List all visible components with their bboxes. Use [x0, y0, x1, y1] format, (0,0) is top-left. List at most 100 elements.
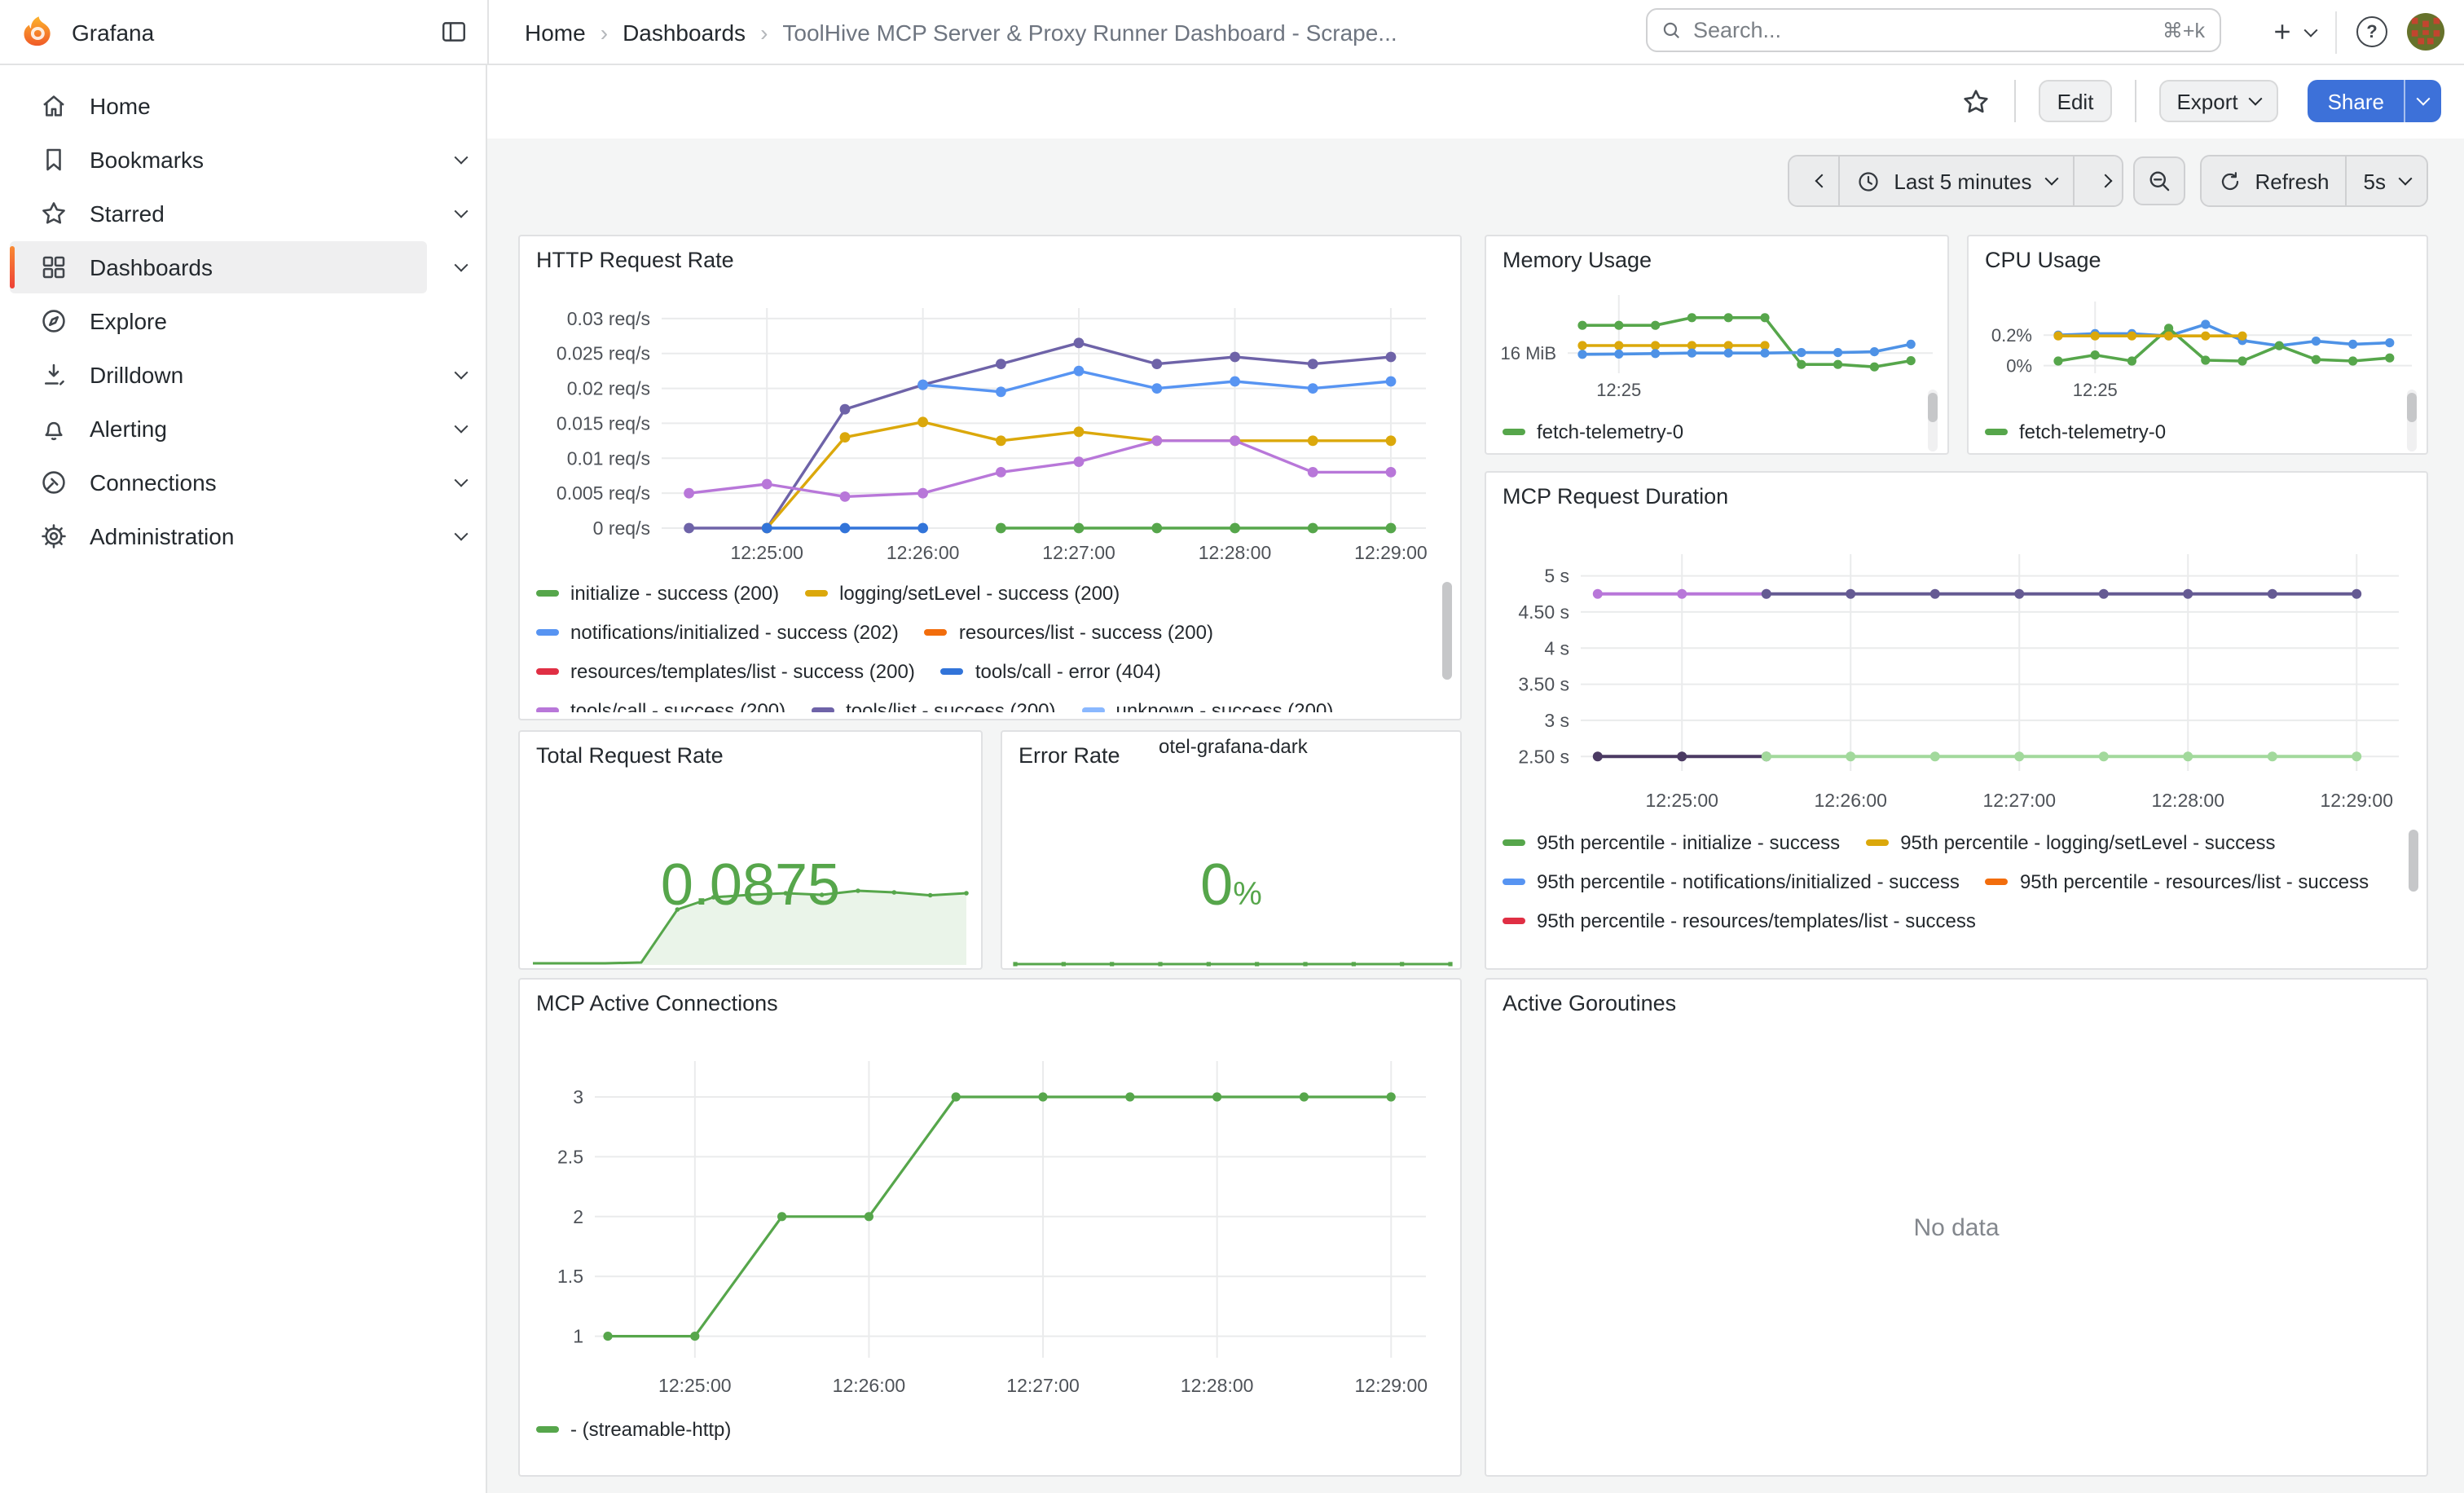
panel-title[interactable]: MCP Request Duration: [1503, 484, 1728, 509]
legend-label: fetch-telemetry-0: [1537, 421, 1683, 443]
refresh-button[interactable]: Refresh: [2201, 156, 2345, 205]
legend-scrollbar[interactable]: [2407, 393, 2417, 422]
breadcrumb-current[interactable]: ToolHive MCP Server & Proxy Runner Dashb…: [782, 19, 1397, 45]
sidebar-item-connections[interactable]: Connections: [10, 456, 427, 509]
legend-item[interactable]: 95th percentile - initialize - success: [1503, 823, 1840, 862]
chevron-down-icon[interactable]: [455, 151, 469, 165]
chevron-down-icon[interactable]: [455, 527, 469, 541]
svg-text:12:27:00: 12:27:00: [1006, 1375, 1080, 1396]
grafana-logo-icon[interactable]: [20, 14, 55, 50]
legend-item[interactable]: tools/call - error (404): [941, 652, 1161, 691]
svg-text:4 s: 4 s: [1544, 637, 1569, 658]
sidebar-item-drilldown[interactable]: Drilldown: [10, 349, 427, 401]
legend-item[interactable]: 95th percentile - resources/templates/li…: [1503, 901, 1976, 940]
legend-item[interactable]: 95th percentile - logging/setLevel - suc…: [1866, 823, 2275, 862]
avatar[interactable]: [2407, 13, 2444, 51]
panel-title[interactable]: Error Rate: [1019, 743, 1120, 768]
mcp-active-connections-chart[interactable]: 12:25:0012:26:0012:27:0012:28:0012:29:00…: [520, 980, 1462, 1477]
chevron-left-icon: [1815, 174, 1828, 188]
breadcrumb-dashboards[interactable]: Dashboards: [623, 19, 746, 45]
svg-text:12:27:00: 12:27:00: [1982, 790, 2056, 811]
chevron-down-icon[interactable]: [455, 205, 469, 218]
sidebar-item-dashboards[interactable]: Dashboards: [10, 241, 427, 293]
sidebar-item-bookmarks[interactable]: Bookmarks: [10, 134, 427, 186]
legend-swatch: [925, 629, 948, 636]
legend-item[interactable]: - (streamable-http): [536, 1410, 731, 1449]
svg-text:12:26:00: 12:26:00: [1814, 790, 1887, 811]
breadcrumb: Home › Dashboards › ToolHive MCP Server …: [525, 19, 1397, 45]
svg-text:12:25: 12:25: [2073, 380, 2118, 400]
panel-title[interactable]: CPU Usage: [1985, 248, 2101, 272]
panel-memory-usage: Memory Usage 12:2516 MiB fetch-telemetry…: [1485, 235, 1949, 455]
chevron-down-icon: [2304, 23, 2318, 37]
panel-title[interactable]: MCP Active Connections: [536, 991, 778, 1015]
panel-mcp-request-duration: MCP Request Duration 12:25:0012:26:0012:…: [1485, 471, 2428, 970]
sidebar-item-home[interactable]: Home: [10, 80, 427, 132]
legend-item[interactable]: tools/list - success (200): [812, 691, 1055, 712]
chevron-down-icon[interactable]: [455, 473, 469, 487]
svg-text:0.005 req/s: 0.005 req/s: [557, 482, 650, 504]
time-range-picker[interactable]: Last 5 minutes: [1838, 156, 2072, 205]
chevron-down-icon[interactable]: [455, 420, 469, 434]
svg-text:12:27:00: 12:27:00: [1042, 542, 1115, 563]
legend-scrollbar[interactable]: [2409, 830, 2418, 892]
legend-scrollbar[interactable]: [1928, 393, 1938, 422]
legend-item[interactable]: 95th percentile - resources/list - succe…: [1986, 862, 2369, 901]
panel-title[interactable]: Active Goroutines: [1503, 991, 1676, 1015]
panel-title[interactable]: HTTP Request Rate: [536, 248, 734, 272]
svg-text:12:26:00: 12:26:00: [887, 542, 960, 563]
error-rate-number: 0: [1200, 851, 1233, 918]
breadcrumb-home[interactable]: Home: [525, 19, 586, 45]
share-dropdown-button[interactable]: [2404, 80, 2441, 122]
plug-icon: [39, 468, 68, 497]
legend-item[interactable]: unknown - success (200): [1082, 691, 1334, 712]
sidebar-item-starred[interactable]: Starred: [10, 187, 427, 240]
time-forward-button[interactable]: [2072, 156, 2121, 205]
help-icon[interactable]: ?: [2356, 16, 2387, 47]
legend-item[interactable]: fetch-telemetry-0: [1503, 412, 1683, 451]
export-button[interactable]: Export: [2158, 80, 2278, 122]
search-input[interactable]: Search... ⌘+k: [1646, 8, 2221, 52]
memory-legend: fetch-telemetry-0: [1503, 412, 1894, 451]
zoom-out-button[interactable]: [2132, 156, 2185, 205]
panel-title[interactable]: Memory Usage: [1503, 248, 1652, 272]
legend-item[interactable]: logging/setLevel - success (200): [805, 574, 1120, 613]
svg-text:12:25:00: 12:25:00: [730, 542, 803, 563]
sidebar-toggle-icon[interactable]: [440, 18, 468, 46]
legend-swatch: [1503, 918, 1525, 924]
legend-swatch: [1503, 429, 1525, 435]
legend-swatch: [536, 707, 559, 712]
chevron-down-icon: [2044, 172, 2058, 186]
svg-text:2.50 s: 2.50 s: [1518, 746, 1569, 767]
add-button[interactable]: [2270, 20, 2316, 44]
legend-swatch: [1503, 839, 1525, 846]
export-label: Export: [2176, 89, 2237, 113]
legend-item[interactable]: fetch-telemetry-0: [1985, 412, 2166, 451]
favorite-star-icon[interactable]: [1961, 86, 1992, 117]
chevron-down-icon[interactable]: [455, 258, 469, 272]
legend-item[interactable]: resources/list - success (200): [925, 613, 1213, 652]
legend-item[interactable]: resources/templates/list - success (200): [536, 652, 915, 691]
sidebar-item-alerting[interactable]: Alerting: [10, 403, 427, 455]
refresh-interval-label: 5s: [2364, 169, 2386, 193]
legend-item[interactable]: 95th percentile - notifications/initiali…: [1503, 862, 1960, 901]
clock-icon: [1856, 169, 1881, 193]
grafana-app: Grafana Home › Dashboards › ToolHive MCP…: [0, 0, 2464, 1493]
time-back-button[interactable]: [1789, 156, 1838, 205]
legend-item[interactable]: notifications/initialized - success (202…: [536, 613, 899, 652]
error-rate-unit: %: [1233, 877, 1262, 913]
sidebar-item-explore[interactable]: Explore: [10, 295, 427, 347]
legend-item[interactable]: initialize - success (200): [536, 574, 779, 613]
chevron-down-icon[interactable]: [455, 366, 469, 380]
star-icon: [39, 199, 68, 228]
refresh-interval-picker[interactable]: 5s: [2346, 156, 2427, 205]
legend-scrollbar[interactable]: [1442, 582, 1452, 680]
svg-text:12:28:00: 12:28:00: [2151, 790, 2224, 811]
edit-button[interactable]: Edit: [2039, 80, 2112, 122]
share-button[interactable]: Share: [2308, 80, 2404, 122]
sidebar-item-administration[interactable]: Administration: [10, 510, 427, 562]
legend-item[interactable]: tools/call - success (200): [536, 691, 785, 712]
svg-text:12:29:00: 12:29:00: [1354, 542, 1428, 563]
panel-title[interactable]: Total Request Rate: [536, 743, 724, 768]
time-controls: Last 5 minutes Refresh 5s: [1788, 155, 2428, 207]
